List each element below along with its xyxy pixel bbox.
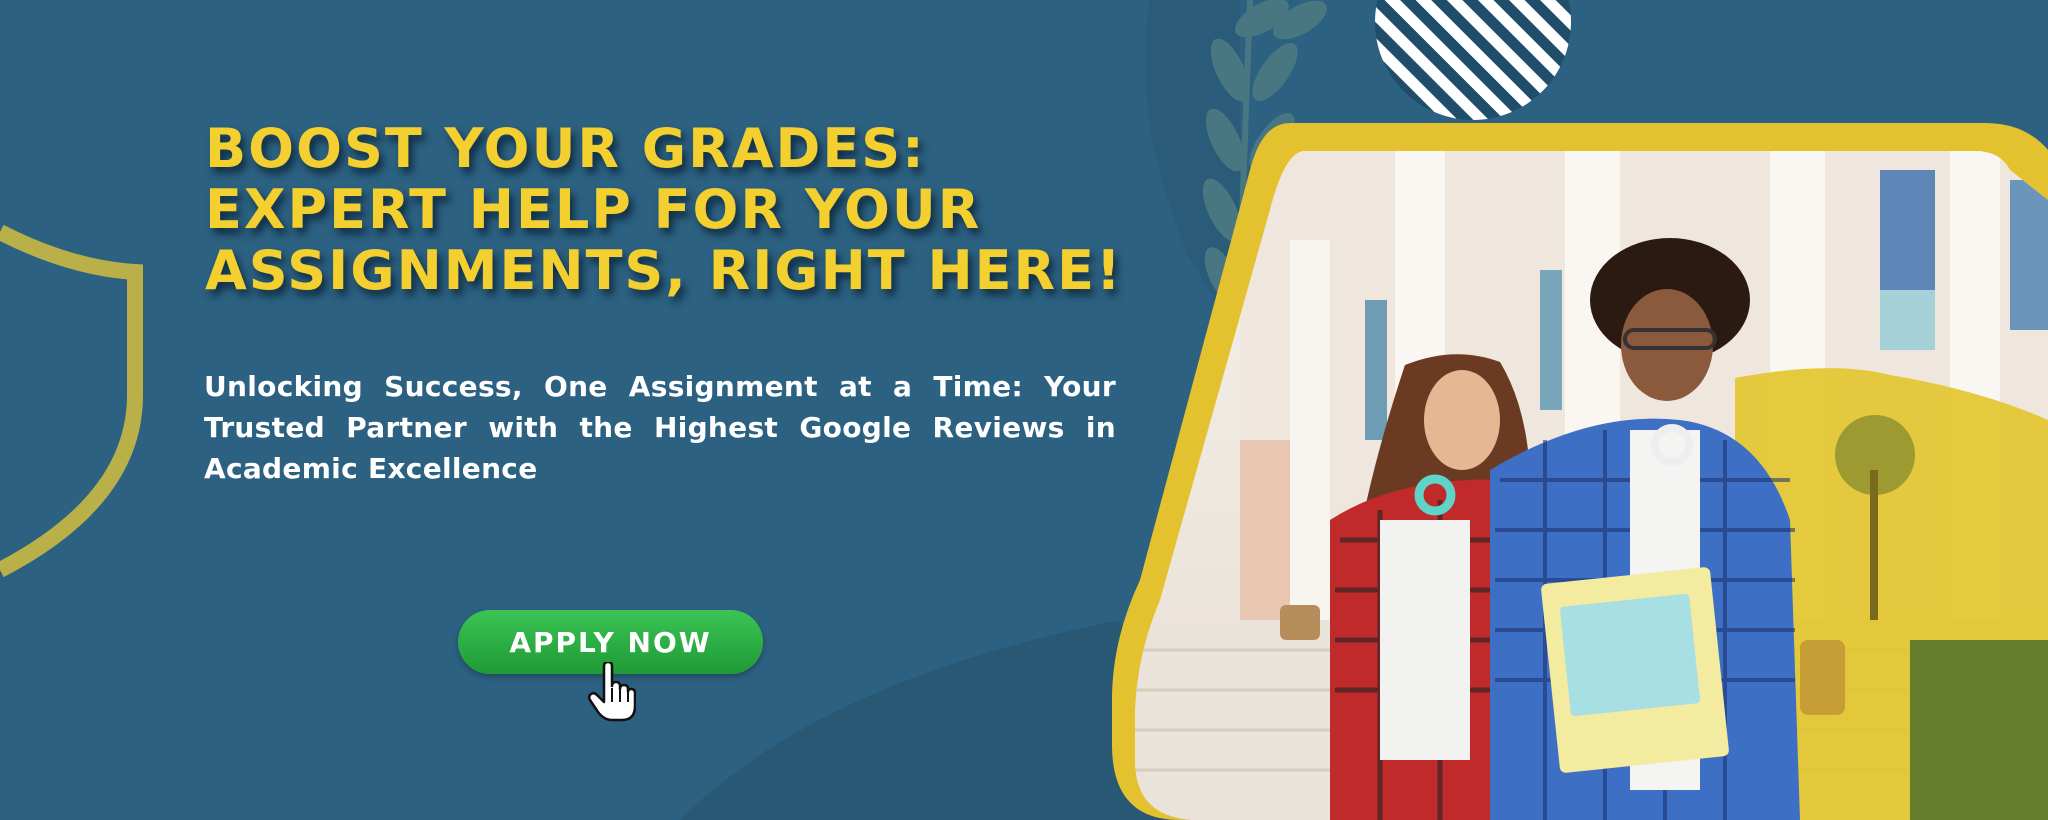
headline-line-1: BOOST YOUR GRADES:: [205, 117, 926, 180]
student-photo: [1135, 151, 2048, 820]
headline: BOOST YOUR GRADES: EXPERT HELP FOR YOUR …: [205, 118, 1123, 301]
headline-line-2: EXPERT HELP FOR YOUR: [205, 178, 982, 241]
hand-pointer-icon: [588, 662, 636, 722]
subtitle: Unlocking Success, One Assignment at a T…: [204, 370, 1116, 485]
striped-circle-shape: [1375, 0, 1571, 120]
hero-banner: BOOST YOUR GRADES: EXPERT HELP FOR YOUR …: [0, 0, 2048, 820]
headline-line-3: ASSIGNMENTS, RIGHT HERE!: [205, 239, 1123, 302]
shield-outline-shape: [0, 224, 143, 578]
